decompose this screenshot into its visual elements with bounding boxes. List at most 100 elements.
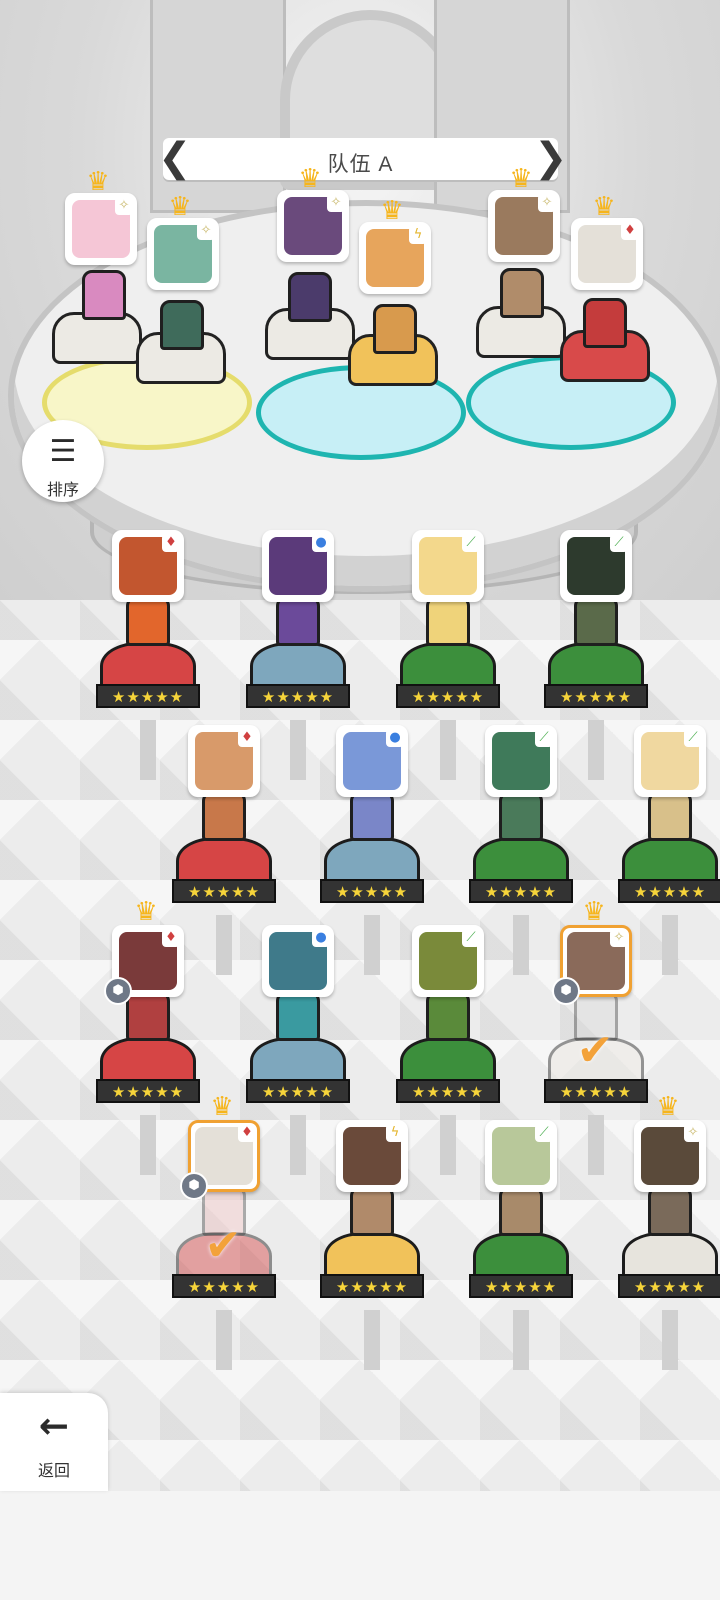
star-rating: ★★★★★: [246, 684, 350, 708]
star-rating: ★★★★★: [172, 879, 276, 903]
check-icon: ✔: [204, 1220, 242, 1271]
temple-pillar-left: [150, 0, 286, 213]
stand-post: [290, 1115, 306, 1175]
footer-bar: [0, 1491, 720, 1600]
star-rating: ★★★★★: [618, 879, 720, 903]
hero-sprite[interactable]: [276, 991, 320, 1041]
equipment-icon: ⬢: [552, 977, 580, 1005]
stand-post: [364, 1310, 380, 1370]
star-rating: ★★★★★: [320, 879, 424, 903]
star-rating: ★★★★★: [544, 684, 648, 708]
element-icon: ϟ: [386, 1124, 404, 1142]
sort-icon: ☰: [49, 434, 77, 469]
crown-icon: ♛: [509, 164, 533, 194]
crown-icon: ♛: [582, 897, 606, 927]
element-icon: ⟋: [462, 534, 480, 552]
hero-sprite[interactable]: [82, 270, 126, 320]
check-icon: ✔: [576, 1025, 614, 1076]
star-rating: ★★★★★: [618, 1274, 720, 1298]
hero-sprite[interactable]: [126, 991, 170, 1041]
stand-post: [662, 1310, 678, 1370]
stand-post: [588, 1115, 604, 1175]
crown-icon: ♛: [656, 1092, 680, 1122]
star-rating: ★★★★★: [172, 1274, 276, 1298]
star-rating: ★★★★★: [246, 1079, 350, 1103]
hero-sprite[interactable]: [350, 791, 394, 841]
stand-post: [513, 1310, 529, 1370]
hero-sprite[interactable]: [583, 298, 627, 348]
element-icon: ✧: [115, 197, 133, 215]
equipment-icon: ⬢: [180, 1172, 208, 1200]
element-icon: ⟋: [535, 1124, 553, 1142]
hero-sprite[interactable]: [350, 1186, 394, 1236]
temple-pillar-right: [434, 0, 570, 213]
hero-sprite[interactable]: [373, 304, 417, 354]
star-rating: ★★★★★: [544, 1079, 648, 1103]
element-icon: ♦: [162, 534, 180, 552]
stand-post: [140, 720, 156, 780]
hero-sprite[interactable]: [126, 596, 170, 646]
stand-post: [440, 720, 456, 780]
back-label: 返回: [37, 1463, 70, 1480]
element-icon: ϟ: [409, 226, 427, 244]
stand-post: [440, 1115, 456, 1175]
team-title: 队伍 A: [327, 153, 394, 176]
crown-icon: ♛: [86, 167, 110, 197]
hero-sprite[interactable]: [276, 596, 320, 646]
element-icon: ♦: [238, 729, 256, 747]
crown-icon: ♛: [380, 196, 404, 226]
element-icon: ✧: [610, 929, 628, 947]
hero-sprite[interactable]: [648, 1186, 692, 1236]
team-title-bar: 队伍 A: [163, 138, 558, 180]
stand-post: [662, 915, 678, 975]
stand-post: [216, 1310, 232, 1370]
hero-sprite[interactable]: [500, 268, 544, 318]
stand-post: [513, 915, 529, 975]
back-button[interactable]: ← 返回: [0, 1393, 108, 1491]
stand-post: [364, 915, 380, 975]
hero-sprite[interactable]: [499, 1186, 543, 1236]
crown-icon: ♛: [298, 164, 322, 194]
element-icon: ●: [312, 929, 330, 947]
element-icon: ⟋: [684, 729, 702, 747]
prev-team-button[interactable]: ❮: [158, 138, 192, 180]
crown-icon: ♛: [592, 192, 616, 222]
hero-sprite[interactable]: [426, 991, 470, 1041]
hero-sprite[interactable]: [499, 791, 543, 841]
star-rating: ★★★★★: [96, 684, 200, 708]
hero-sprite[interactable]: [160, 300, 204, 350]
hero-sprite[interactable]: [288, 272, 332, 322]
hero-sprite[interactable]: [202, 791, 246, 841]
hero-sprite[interactable]: [574, 596, 618, 646]
crown-icon: ♛: [134, 897, 158, 927]
hero-sprite[interactable]: [426, 596, 470, 646]
star-rating: ★★★★★: [396, 684, 500, 708]
sort-button[interactable]: ☰ 排序: [22, 420, 104, 502]
star-rating: ★★★★★: [320, 1274, 424, 1298]
element-icon: ⟋: [535, 729, 553, 747]
element-icon: ⟋: [462, 929, 480, 947]
stand-post: [216, 915, 232, 975]
sort-label: 排序: [46, 482, 79, 499]
element-icon: ✧: [327, 194, 345, 212]
element-icon: ✧: [684, 1124, 702, 1142]
star-rating: ★★★★★: [396, 1079, 500, 1103]
element-icon: ✧: [538, 194, 556, 212]
element-icon: ✧: [197, 222, 215, 240]
element-icon: ●: [312, 534, 330, 552]
stand-post: [290, 720, 306, 780]
back-arrow-icon: ←: [38, 1406, 70, 1447]
element-icon: ⟋: [610, 534, 628, 552]
stand-post: [140, 1115, 156, 1175]
crown-icon: ♛: [210, 1092, 234, 1122]
star-rating: ★★★★★: [96, 1079, 200, 1103]
stand-post: [588, 720, 604, 780]
element-icon: ♦: [162, 929, 180, 947]
element-icon: ♦: [621, 222, 639, 240]
star-rating: ★★★★★: [469, 879, 573, 903]
element-icon: ●: [386, 729, 404, 747]
crown-icon: ♛: [168, 192, 192, 222]
star-rating: ★★★★★: [469, 1274, 573, 1298]
hero-sprite[interactable]: [648, 791, 692, 841]
equipment-icon: ⬢: [104, 977, 132, 1005]
